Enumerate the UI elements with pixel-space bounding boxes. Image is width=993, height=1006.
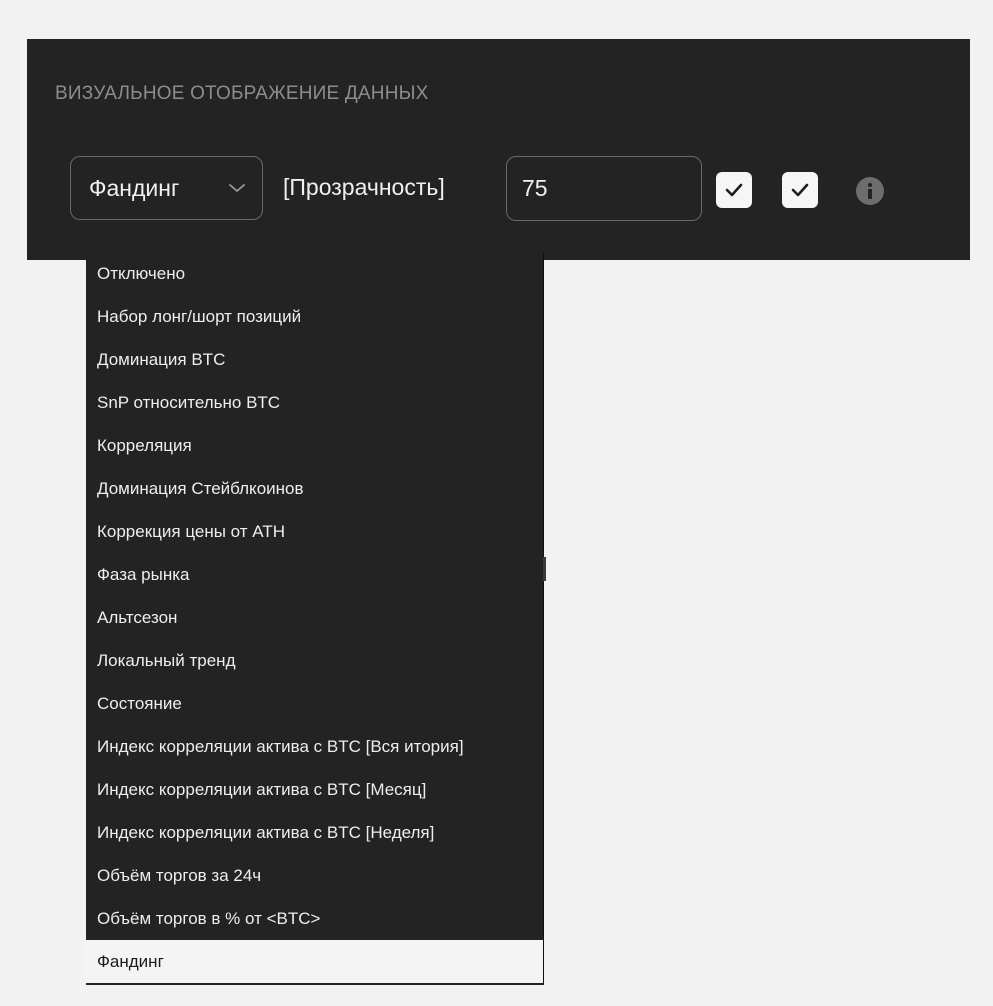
dropdown-option[interactable]: Локальный тренд xyxy=(86,639,543,682)
dropdown-option[interactable]: Доминация BTC xyxy=(86,338,543,381)
info-icon-dot xyxy=(868,183,872,187)
dropdown-option[interactable]: Объём торгов за 24ч xyxy=(86,854,543,897)
dropdown-option[interactable]: Коррекция цены от ATH xyxy=(86,510,543,553)
dropdown-option[interactable]: Состояние xyxy=(86,682,543,725)
opacity-label: [Прозрачность] xyxy=(283,174,445,200)
dropdown-option[interactable]: Индекс корреляции актива с BTC [Неделя] xyxy=(86,811,543,854)
dropdown-option[interactable]: Индекс корреляции актива с BTC [Вся итор… xyxy=(86,725,543,768)
dropdown-option[interactable]: Набор лонг/шорт позиций xyxy=(86,295,543,338)
section-title: ВИЗУАЛЬНОЕ ОТОБРАЖЕНИЕ ДАННЫХ xyxy=(55,83,429,104)
chevron-down-icon xyxy=(229,184,245,192)
checkbox-2[interactable] xyxy=(782,172,818,208)
select-value: Фандинг xyxy=(89,175,180,201)
check-icon xyxy=(791,183,809,197)
opacity-input[interactable] xyxy=(506,156,702,221)
dropdown-option[interactable]: Фаза рынка xyxy=(86,553,543,596)
indicator-select[interactable]: Фандинг xyxy=(70,156,263,220)
checkbox-1[interactable] xyxy=(716,172,752,208)
check-icon xyxy=(725,183,743,197)
dropdown-option[interactable]: Альтсезон xyxy=(86,596,543,639)
dropdown-option[interactable]: Доминация Стейблкоинов xyxy=(86,467,543,510)
visual-data-panel: ВИЗУАЛЬНОЕ ОТОБРАЖЕНИЕ ДАННЫХ Фандинг [П… xyxy=(27,39,970,260)
info-icon[interactable] xyxy=(856,177,884,205)
scroll-edge-mark xyxy=(543,557,546,581)
dropdown-option[interactable]: Отключено xyxy=(86,252,543,295)
dropdown-option[interactable]: SnP относительно BTC xyxy=(86,381,543,424)
dropdown-option[interactable]: Индекс корреляции актива с BTC [Месяц] xyxy=(86,768,543,811)
dropdown-option[interactable]: Объём торгов в % от <BTC> xyxy=(86,897,543,940)
info-icon-bar xyxy=(868,189,872,199)
dropdown-option-selected[interactable]: Фандинг xyxy=(86,940,543,983)
indicator-dropdown-list: Отключено Набор лонг/шорт позиций Домина… xyxy=(86,252,544,985)
dropdown-option[interactable]: Корреляция xyxy=(86,424,543,467)
